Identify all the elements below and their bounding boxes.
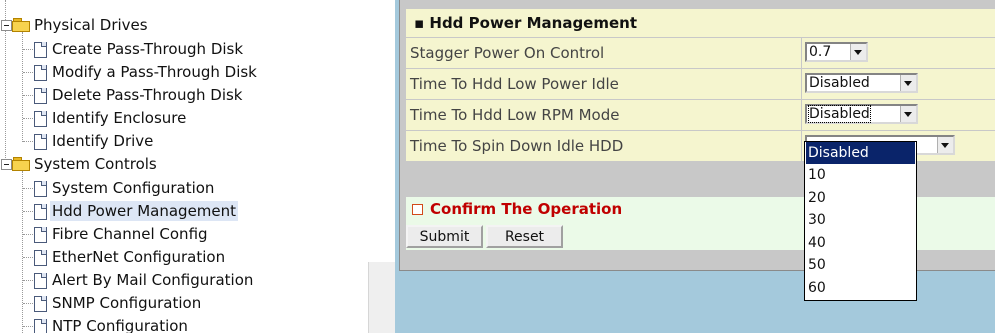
collapse-icon[interactable] <box>1 20 12 31</box>
document-icon <box>34 181 47 197</box>
tree-item-ntp-configuration[interactable]: NTP Configuration <box>0 315 360 333</box>
panel-title: ▪ Hdd Power Management <box>414 14 638 32</box>
tree-item-fibre-channel-config[interactable]: Fibre Channel Config <box>0 223 360 245</box>
field-row-low-rpm-mode: Time To Hdd Low RPM Mode Disabled <box>406 100 995 130</box>
tree-item-identify-enclosure[interactable]: Identify Enclosure <box>0 107 360 129</box>
select-value: 0.7 <box>809 44 832 60</box>
field-label: Time To Spin Down Idle HDD <box>410 137 624 155</box>
tree-item-label: Modify a Pass-Through Disk <box>52 63 257 81</box>
tree-item-label: Alert By Mail Configuration <box>52 271 254 289</box>
tree-item-label: System Configuration <box>52 179 215 197</box>
document-icon <box>34 296 47 312</box>
folder-open-icon <box>12 18 30 32</box>
field-label: Stagger Power On Control <box>410 44 605 62</box>
tree-item-label-selected: Hdd Power Management <box>50 201 239 221</box>
document-icon <box>34 65 47 81</box>
tree-item-modify-pass-through-disk[interactable]: Modify a Pass-Through Disk <box>0 61 360 83</box>
field-row-low-power-idle: Time To Hdd Low Power Idle Disabled <box>406 69 995 99</box>
document-icon <box>34 273 47 289</box>
chevron-down-icon[interactable] <box>900 106 916 122</box>
dropdown-option[interactable]: 30 <box>806 209 915 231</box>
document-icon <box>34 88 47 104</box>
tree-item-alert-by-mail-configuration[interactable]: Alert By Mail Configuration <box>0 269 360 291</box>
dropdown-option[interactable]: 40 <box>806 232 915 254</box>
tree-group-label: Physical Drives <box>34 16 148 34</box>
rpm-mode-dropdown-list: Disabled 10 20 30 40 50 60 <box>804 141 917 301</box>
tree-item-hdd-power-management[interactable]: Hdd Power Management <box>0 200 360 222</box>
reset-button[interactable]: Reset <box>486 225 563 248</box>
panel-title-text: Hdd Power Management <box>429 14 638 32</box>
tree-group-label: System Controls <box>34 155 157 173</box>
stagger-power-select[interactable]: 0.7 <box>805 42 868 62</box>
low-rpm-mode-select[interactable]: Disabled <box>805 104 918 124</box>
dropdown-option[interactable]: 60 <box>806 277 915 299</box>
tree-item-label: Fibre Channel Config <box>52 225 208 243</box>
tree-item-label: SNMP Configuration <box>52 294 202 312</box>
confirm-label: Confirm The Operation <box>430 200 623 218</box>
folder-open-icon <box>12 157 30 171</box>
field-label: Time To Hdd Low RPM Mode <box>410 106 620 124</box>
tree-item-system-configuration[interactable]: System Configuration <box>0 177 360 199</box>
document-icon <box>34 319 47 333</box>
navigation-tree: Physical Drives Create Pass-Through Disk… <box>0 0 370 333</box>
dropdown-option[interactable]: 10 <box>806 164 915 186</box>
chevron-down-icon[interactable] <box>900 75 916 91</box>
confirm-checkbox[interactable] <box>412 204 423 215</box>
chevron-down-icon[interactable] <box>850 44 866 60</box>
field-label: Time To Hdd Low Power Idle <box>410 75 619 93</box>
tree-group-physical-drives[interactable]: Physical Drives <box>0 14 340 36</box>
document-icon <box>34 227 47 243</box>
tree-item-delete-pass-through-disk[interactable]: Delete Pass-Through Disk <box>0 84 360 106</box>
panel-header: ▪ Hdd Power Management <box>406 9 995 38</box>
tree-item-ethernet-configuration[interactable]: EtherNet Configuration <box>0 246 360 268</box>
tree-item-label: EtherNet Configuration <box>52 248 226 266</box>
tree-item-create-pass-through-disk[interactable]: Create Pass-Through Disk <box>0 38 360 60</box>
document-icon <box>34 134 47 150</box>
tree-item-label: Create Pass-Through Disk <box>52 40 244 58</box>
tree-item-label: Delete Pass-Through Disk <box>52 86 243 104</box>
vertical-scrollbar[interactable] <box>368 262 395 333</box>
document-icon <box>34 250 47 266</box>
dropdown-option[interactable]: 50 <box>806 254 915 276</box>
collapse-icon[interactable] <box>1 159 12 170</box>
tree-item-identify-drive[interactable]: Identify Drive <box>0 130 360 152</box>
tree-group-system-controls[interactable]: System Controls <box>0 153 340 175</box>
select-value: Disabled <box>809 75 870 91</box>
tree-item-label: Identify Enclosure <box>52 109 187 127</box>
document-icon <box>34 111 47 127</box>
tree-item-label: Identify Drive <box>52 132 154 150</box>
low-power-idle-select[interactable]: Disabled <box>805 73 918 93</box>
tree-item-snmp-configuration[interactable]: SNMP Configuration <box>0 292 360 314</box>
dropdown-option[interactable]: 20 <box>806 187 915 209</box>
document-icon <box>34 204 47 220</box>
dropdown-option[interactable]: Disabled <box>806 142 915 164</box>
document-icon <box>34 42 47 58</box>
chevron-down-icon[interactable] <box>937 137 953 153</box>
select-value: Disabled <box>808 105 871 123</box>
field-row-stagger-power: Stagger Power On Control 0.7 <box>406 38 995 68</box>
tree-item-label: NTP Configuration <box>52 317 188 333</box>
submit-button[interactable]: Submit <box>406 225 483 248</box>
